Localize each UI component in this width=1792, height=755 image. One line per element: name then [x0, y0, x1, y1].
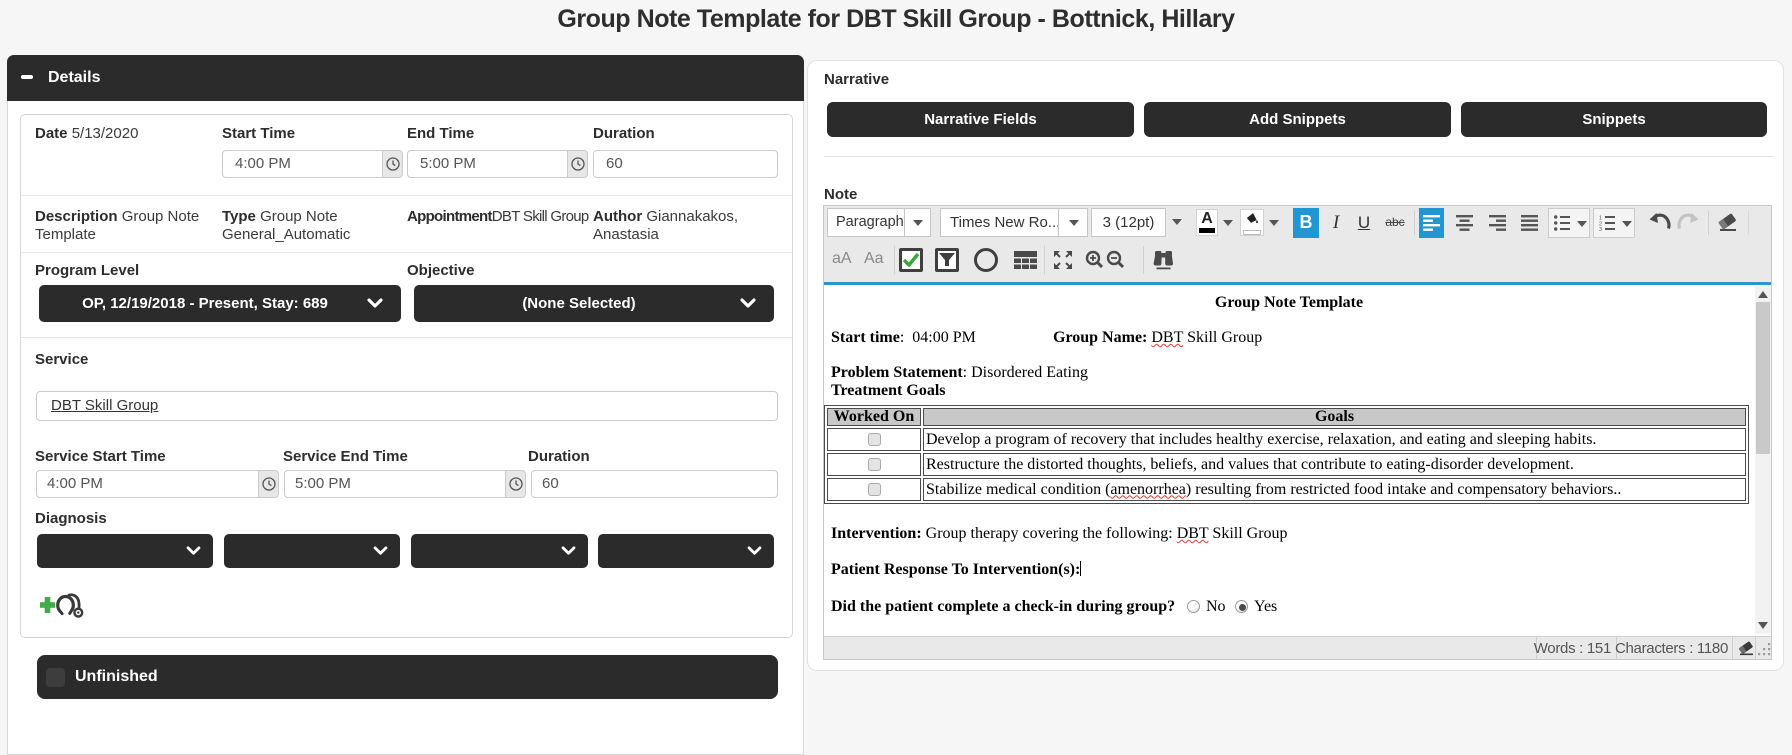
svg-text:3: 3 [1599, 227, 1602, 231]
